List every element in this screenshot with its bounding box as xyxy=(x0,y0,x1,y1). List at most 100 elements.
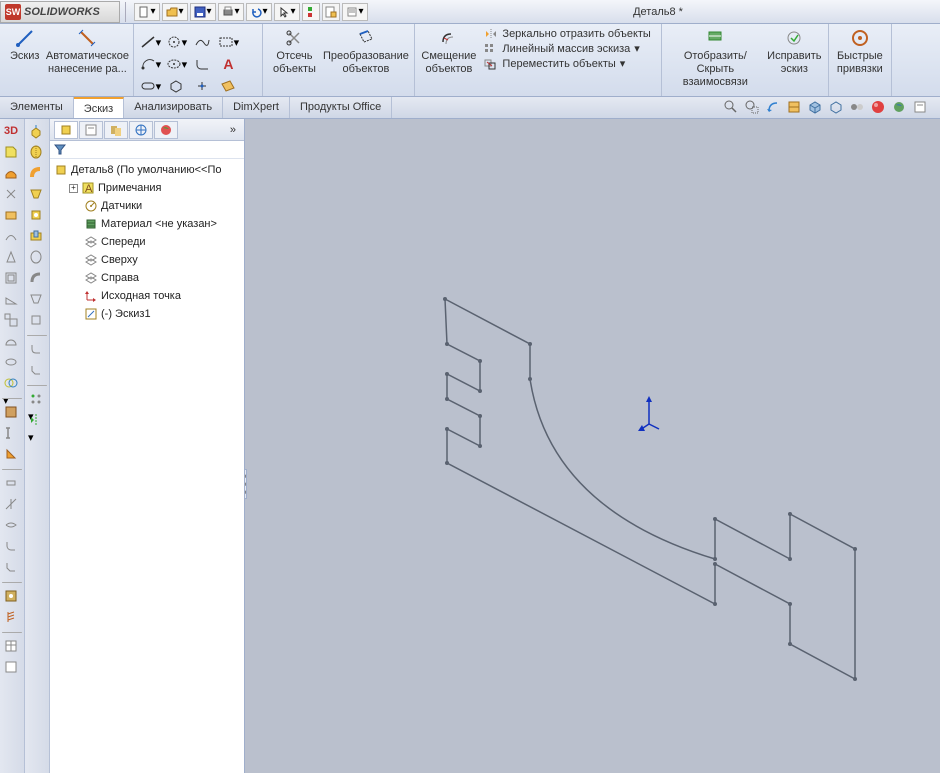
expand-icon[interactable]: + xyxy=(69,184,78,193)
gusset-icon[interactable] xyxy=(3,446,21,464)
trim-button[interactable]: Отсечь объекты xyxy=(269,26,319,78)
hole-icon[interactable] xyxy=(3,588,21,606)
tab-dimxpert[interactable]: DimXpert xyxy=(223,97,290,118)
sweep-icon[interactable] xyxy=(28,165,46,183)
ellipse-tool[interactable]: ▾ xyxy=(164,54,188,74)
tree-sensors[interactable]: Датчики xyxy=(50,197,244,215)
convert-button[interactable]: Преобразование объектов xyxy=(323,26,408,78)
pattern-icon[interactable]: ▾ xyxy=(28,391,46,409)
hide-show-icon[interactable]: ▾ xyxy=(849,99,867,117)
plane-tool[interactable] xyxy=(216,76,240,96)
properties-button[interactable]: ▾ xyxy=(342,3,368,21)
cut-extrude-icon[interactable] xyxy=(28,228,46,246)
cut-loft-icon[interactable] xyxy=(28,291,46,309)
spline-tool[interactable] xyxy=(190,32,214,52)
text-tool[interactable]: A xyxy=(216,54,240,74)
draft-icon[interactable] xyxy=(3,249,21,267)
print-button[interactable]: ▾ xyxy=(218,3,244,21)
tree-right-plane[interactable]: Справа xyxy=(50,269,244,287)
save-button[interactable]: ▾ xyxy=(190,3,216,21)
previous-view-icon[interactable] xyxy=(765,99,783,117)
zoom-area-icon[interactable] xyxy=(744,99,762,117)
cut-revolve-icon[interactable] xyxy=(28,249,46,267)
new-button[interactable]: ▾ xyxy=(134,3,160,21)
undo-button[interactable]: ▾ xyxy=(246,3,272,21)
fillet2-icon[interactable] xyxy=(3,538,21,556)
chamfer-icon[interactable] xyxy=(3,559,21,577)
circle-tool[interactable]: ▾ xyxy=(164,32,188,52)
arc-tool[interactable]: ▾ xyxy=(138,54,162,74)
scene-icon[interactable]: ▾ xyxy=(891,99,909,117)
feature-manager-tab[interactable] xyxy=(54,121,78,139)
linear-pattern-button[interactable]: Линейный массив эскиза ▾ xyxy=(484,42,650,55)
zoom-fit-icon[interactable] xyxy=(723,99,741,117)
bead-icon[interactable] xyxy=(3,517,21,535)
dimxpert-manager-tab[interactable] xyxy=(129,121,153,139)
curve-icon[interactable] xyxy=(3,228,21,246)
table1-icon[interactable] xyxy=(3,638,21,656)
weldment-icon[interactable] xyxy=(3,404,21,422)
section-view-icon[interactable] xyxy=(786,99,804,117)
cut-sweep-icon[interactable] xyxy=(28,270,46,288)
sketch-button[interactable]: Эскиз xyxy=(6,26,43,65)
auto-dimension-button[interactable]: Автоматическое нанесение ра... xyxy=(47,26,127,78)
rib-icon[interactable] xyxy=(3,291,21,309)
tree-material[interactable]: Материал <не указан> xyxy=(50,215,244,233)
tree-root[interactable]: Деталь8 (По умолчанию<<По xyxy=(50,161,244,179)
view-settings-icon[interactable]: ▾ xyxy=(912,99,930,117)
open-button[interactable]: ▾ xyxy=(162,3,188,21)
polygon-tool[interactable] xyxy=(164,76,188,96)
mirror-button[interactable]: Зеркально отразить объекты xyxy=(484,28,650,40)
fillet-tool[interactable] xyxy=(190,54,214,74)
display-relations-button[interactable]: Отобразить/Скрыть взаимосвязи xyxy=(668,26,763,92)
fillet3-icon[interactable] xyxy=(28,341,46,359)
tree-front-plane[interactable]: Спереди xyxy=(50,233,244,251)
3d-icon[interactable]: 3D xyxy=(3,123,21,141)
tree-origin[interactable]: Исходная точка xyxy=(50,287,244,305)
line-tool[interactable]: ▾ xyxy=(138,32,162,52)
trim2-icon[interactable] xyxy=(3,496,21,514)
point-tool[interactable] xyxy=(190,76,214,96)
wrap-icon[interactable] xyxy=(3,354,21,372)
surface-icon[interactable] xyxy=(3,165,21,183)
display-style-icon[interactable]: ▾ xyxy=(828,99,846,117)
rebuild-button[interactable] xyxy=(302,3,320,21)
display-manager-tab[interactable] xyxy=(154,121,178,139)
tab-elements[interactable]: Элементы xyxy=(0,97,74,118)
revolve-icon[interactable] xyxy=(28,144,46,162)
quick-snaps-button[interactable]: Быстрые привязки xyxy=(835,26,885,78)
move-button[interactable]: Переместить объекты ▾ xyxy=(484,57,650,70)
config-manager-tab[interactable] xyxy=(104,121,128,139)
select-button[interactable]: ▾ xyxy=(274,3,300,21)
reference-icon[interactable] xyxy=(3,186,21,204)
offset-button[interactable]: Смещение объектов xyxy=(421,26,476,78)
structural-icon[interactable] xyxy=(3,425,21,443)
tree-flyout-button[interactable]: » xyxy=(230,124,240,136)
rectangle-tool[interactable]: ▾ xyxy=(216,32,240,52)
loft-icon[interactable] xyxy=(28,186,46,204)
shell-icon[interactable] xyxy=(3,270,21,288)
tab-evaluate[interactable]: Анализировать xyxy=(124,97,223,118)
tree-top-plane[interactable]: Сверху xyxy=(50,251,244,269)
mirror2-icon[interactable]: ▾ xyxy=(28,412,46,430)
table2-icon[interactable] xyxy=(3,659,21,677)
property-manager-tab[interactable] xyxy=(79,121,103,139)
sheet-icon[interactable] xyxy=(3,144,21,162)
dome-icon[interactable] xyxy=(3,333,21,351)
extrude-icon[interactable] xyxy=(28,123,46,141)
tab-sketch[interactable]: Эскиз xyxy=(74,97,124,118)
block-icon[interactable] xyxy=(3,207,21,225)
endcap-icon[interactable] xyxy=(3,475,21,493)
tree-annotations[interactable]: + A Примечания xyxy=(50,179,244,197)
tree-filter[interactable] xyxy=(50,141,244,159)
boundary-icon[interactable] xyxy=(28,207,46,225)
repair-sketch-button[interactable]: Исправить эскиз xyxy=(767,26,822,78)
cut-boundary-icon[interactable] xyxy=(28,312,46,330)
tab-office[interactable]: Продукты Office xyxy=(290,97,392,118)
tree-sketch1[interactable]: (-) Эскиз1 xyxy=(50,305,244,323)
slot-tool[interactable]: ▾ xyxy=(138,76,162,96)
options-button[interactable] xyxy=(322,3,340,21)
view-orientation-icon[interactable]: ▾ xyxy=(807,99,825,117)
graphics-viewport[interactable]: ◂◂◂ xyxy=(245,119,940,773)
appearance-icon[interactable]: ▾ xyxy=(870,99,888,117)
